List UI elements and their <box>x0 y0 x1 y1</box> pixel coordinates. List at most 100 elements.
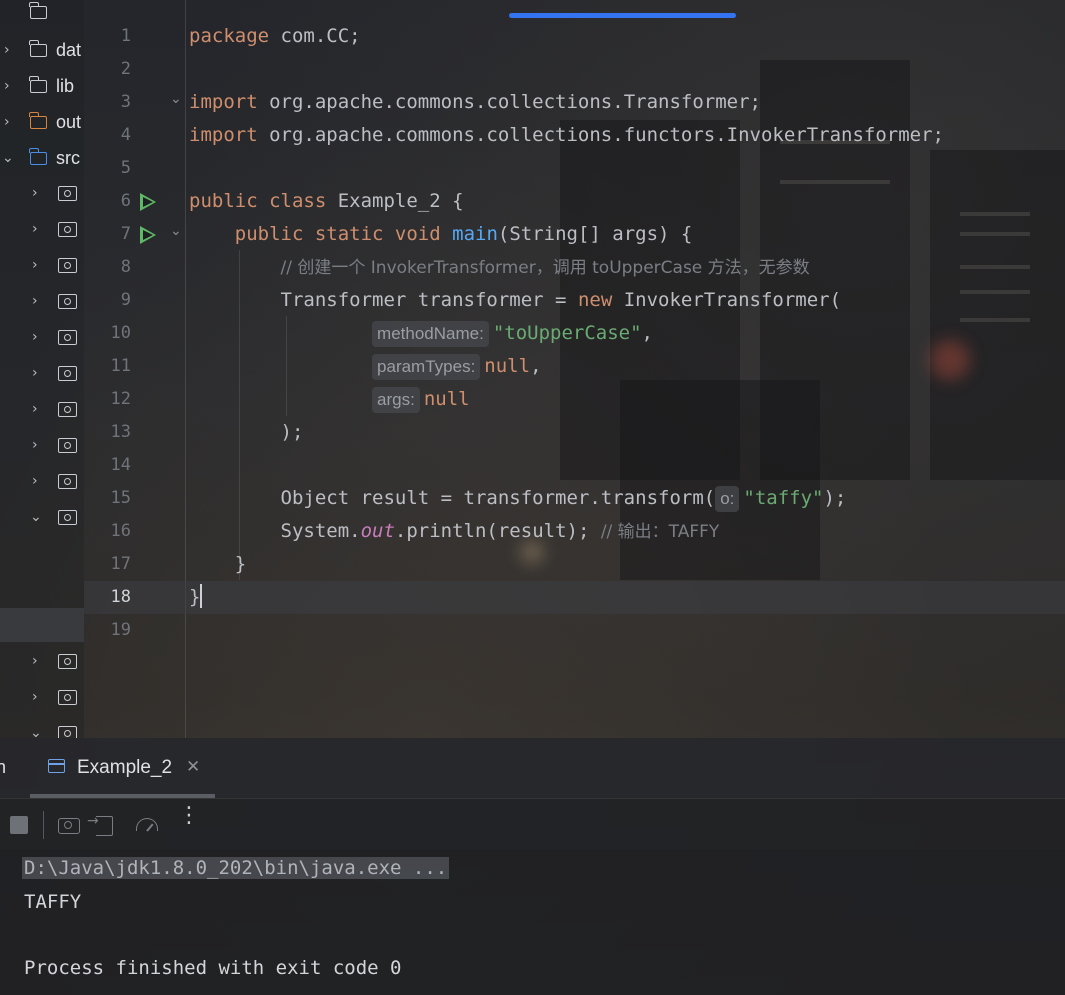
code-text[interactable]: } <box>189 551 246 577</box>
line-number: 11 <box>110 356 131 376</box>
chevron-right-icon[interactable]: › <box>32 437 38 453</box>
chevron-right-icon[interactable]: › <box>32 293 38 309</box>
chevron-right-icon[interactable]: › <box>32 689 38 705</box>
code-line[interactable]: 11 paramTypes: null, <box>84 350 1065 383</box>
code-text[interactable]: System.out.println(result); // 输出：TAFFY <box>189 518 720 545</box>
line-number: 16 <box>110 521 131 541</box>
stop-icon[interactable] <box>10 816 28 834</box>
tree-item-label: lib <box>56 75 75 96</box>
chevron-right-icon[interactable]: › <box>4 114 10 130</box>
chevron-down-icon[interactable]: ⌄ <box>30 509 42 525</box>
code-line[interactable]: 9 Transformer transformer = new InvokerT… <box>84 284 1065 317</box>
code-line[interactable]: 1 package com.CC; <box>84 20 1065 53</box>
code-text[interactable]: } <box>189 584 203 610</box>
run-gutter-icon[interactable] <box>140 193 156 211</box>
chevron-right-icon[interactable]: › <box>4 78 10 94</box>
chevron-right-icon[interactable]: › <box>32 185 38 201</box>
parameter-hint: args: <box>372 387 420 413</box>
tree-package-item[interactable]: › <box>0 248 84 282</box>
code-line[interactable]: 2 <box>84 53 1065 86</box>
run-gutter-icon[interactable] <box>140 226 156 244</box>
code-line[interactable]: 10 methodName: "toUpperCase", <box>84 317 1065 350</box>
code-line[interactable]: 15 Object result = transformer.transform… <box>84 482 1065 515</box>
line-number: 12 <box>110 389 131 409</box>
code-line[interactable]: 6 public class Example_2 { <box>84 185 1065 218</box>
run-toolbar: ⋮ <box>0 798 1065 851</box>
code-text[interactable]: import org.apache.commons.collections.Tr… <box>189 89 761 115</box>
tree-package-item[interactable]: › <box>0 320 84 354</box>
tree-package-item-expanded[interactable]: ⌄ <box>0 716 84 738</box>
chevron-down-icon[interactable]: ⌄ <box>2 150 14 166</box>
more-options-icon[interactable]: ⋮ <box>178 805 200 827</box>
code-line[interactable]: 14 <box>84 449 1065 482</box>
run-tab-example2[interactable]: Example_2 ✕ <box>30 748 215 796</box>
code-line[interactable]: 3 ⌄ import org.apache.commons.collection… <box>84 86 1065 119</box>
code-text[interactable]: package com.CC; <box>189 23 361 49</box>
tree-package-item[interactable]: › <box>0 464 84 498</box>
tree-package-item[interactable]: › <box>0 356 84 390</box>
package-icon <box>58 293 77 309</box>
package-icon <box>58 473 77 489</box>
profiler-gauge-icon[interactable] <box>136 818 158 831</box>
code-text[interactable]: public static void main(String[] args) { <box>189 221 693 247</box>
project-tree: › dat › lib › out ⌄ src › › › › › › › › … <box>0 0 84 738</box>
chevron-right-icon[interactable]: › <box>32 365 38 381</box>
code-line[interactable]: 12 args: null <box>84 383 1065 416</box>
tree-package-item-expanded[interactable]: ⌄ <box>0 500 84 534</box>
console-command-line[interactable]: D:\Java\jdk1.8.0_202\bin\java.exe ... <box>22 857 450 879</box>
tree-item-lib[interactable]: › lib <box>0 69 84 103</box>
package-icon <box>58 257 77 273</box>
chevron-right-icon[interactable]: › <box>4 42 10 58</box>
tree-item-dat[interactable]: › dat <box>0 33 84 67</box>
code-line[interactable]: 7 ⌄ public static void main(String[] arg… <box>84 218 1065 251</box>
code-line[interactable]: 8 // 创建一个 InvokerTransformer，调用 toUpperC… <box>84 251 1065 284</box>
chevron-right-icon[interactable]: › <box>32 473 38 489</box>
code-text[interactable]: Transformer transformer = new InvokerTra… <box>189 287 842 313</box>
code-text[interactable]: public class Example_2 { <box>189 188 464 214</box>
code-line[interactable]: 4 import org.apache.commons.collections.… <box>84 119 1065 152</box>
line-number: 19 <box>110 620 131 640</box>
chevron-right-icon[interactable]: › <box>32 653 38 669</box>
chevron-right-icon[interactable]: › <box>32 221 38 237</box>
code-text[interactable]: Object result = transformer.transform(o:… <box>189 485 846 512</box>
camera-icon[interactable] <box>58 818 80 834</box>
close-icon[interactable]: ✕ <box>186 757 200 777</box>
tree-item-out[interactable]: › out <box>0 105 84 139</box>
current-code-line[interactable]: 18 } <box>84 581 1065 614</box>
code-line[interactable]: 19 <box>84 614 1065 647</box>
run-tabs-bar: n Example_2 ✕ <box>0 738 1065 798</box>
code-comment[interactable]: // 创建一个 InvokerTransformer，调用 toUpperCas… <box>189 254 810 281</box>
code-text[interactable]: import org.apache.commons.collections.fu… <box>189 122 944 148</box>
tree-item-src[interactable]: ⌄ src <box>0 141 84 175</box>
chevron-right-icon[interactable]: › <box>32 257 38 273</box>
tree-package-item[interactable]: › <box>0 284 84 318</box>
package-icon <box>58 365 77 381</box>
restore-layout-icon[interactable] <box>87 813 113 836</box>
tree-item-label: out <box>56 111 82 132</box>
code-editor[interactable]: 1 package com.CC; 2 3 ⌄ import org.apach… <box>84 0 1065 738</box>
tree-package-item[interactable]: › <box>0 176 84 210</box>
code-text[interactable]: ); <box>189 419 304 445</box>
tree-item-partial[interactable] <box>0 0 84 34</box>
line-number: 7 <box>120 224 131 244</box>
tree-package-item[interactable]: › <box>0 680 84 714</box>
code-text[interactable]: methodName: "toUpperCase", <box>189 320 653 347</box>
chevron-right-icon[interactable]: › <box>32 329 38 345</box>
code-line[interactable]: 17 } <box>84 548 1065 581</box>
tree-package-item[interactable]: › <box>0 392 84 426</box>
tree-package-item[interactable]: › <box>0 212 84 246</box>
code-line[interactable]: 5 <box>84 152 1065 185</box>
tree-package-item[interactable]: › <box>0 644 84 678</box>
tree-package-item[interactable]: › <box>0 428 84 462</box>
code-line[interactable]: 13 ); <box>84 416 1065 449</box>
code-text[interactable]: args: null <box>189 386 470 413</box>
code-line[interactable]: 16 System.out.println(result); // 输出：TAF… <box>84 515 1065 548</box>
line-number: 5 <box>120 158 131 178</box>
chevron-down-icon[interactable]: ⌄ <box>30 725 42 738</box>
run-tool-window: n Example_2 ✕ ⋮ D:\Java\jdk1.8.0_202\bin… <box>0 738 1065 995</box>
fold-chevron-icon[interactable]: ⌄ <box>170 223 182 239</box>
console-output[interactable]: D:\Java\jdk1.8.0_202\bin\java.exe ... TA… <box>0 850 1065 995</box>
code-text[interactable]: paramTypes: null, <box>189 353 542 380</box>
chevron-right-icon[interactable]: › <box>32 401 38 417</box>
fold-chevron-icon[interactable]: ⌄ <box>170 91 182 107</box>
